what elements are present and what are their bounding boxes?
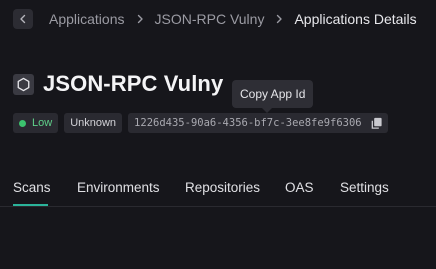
app-details-page: Applications JSON-RPC Vulny Applications… [0,0,436,269]
tab-oas[interactable]: OAS [285,180,314,195]
chevron-right-icon [132,11,148,27]
tab-settings[interactable]: Settings [340,180,389,195]
breadcrumb-item-applications[interactable]: Applications [49,11,125,27]
copy-app-id-tooltip: Copy App Id [232,80,314,108]
active-tab-indicator [13,204,48,206]
app-id-badge: 1226d435-90a6-4356-bf7c-3ee8fe9f6306 [128,113,388,133]
back-button[interactable] [13,9,33,29]
page-title: JSON-RPC Vulny [43,71,224,96]
breadcrumb-current: Applications Details [294,11,417,27]
tab-environments[interactable]: Environments [77,180,160,195]
breadcrumb-item-app[interactable]: JSON-RPC Vulny [155,11,265,27]
status-badge: Unknown [64,113,123,133]
status-label: Unknown [70,117,117,129]
tab-repositories[interactable]: Repositories [185,180,260,195]
chevron-left-icon [20,14,26,24]
copy-icon[interactable] [370,116,384,130]
hexagon-icon [13,73,34,95]
app-id-value: 1226d435-90a6-4356-bf7c-3ee8fe9f6306 [134,117,362,129]
tab-scans[interactable]: Scans [13,180,51,195]
breadcrumb: Applications JSON-RPC Vulny Applications… [13,8,417,30]
badge-row: Low Unknown 1226d435-90a6-4356-bf7c-3ee8… [13,113,394,133]
severity-badge: Low [13,113,59,133]
title-row: JSON-RPC Vulny [13,70,223,98]
severity-label: Low [32,117,53,129]
status-dot-icon [19,119,26,127]
tab-bar: Scans Environments Repositories OAS Sett… [0,172,436,207]
chevron-right-icon [271,11,287,27]
